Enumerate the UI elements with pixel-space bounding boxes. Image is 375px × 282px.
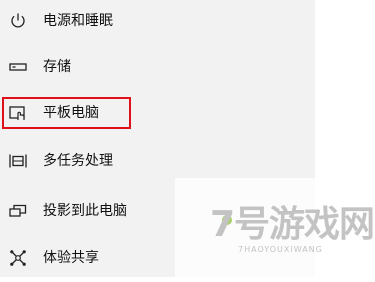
nav-item-power-sleep[interactable]: 电源和睡眠 — [0, 0, 315, 45]
nav-item-label: 电源和睡眠 — [43, 13, 113, 29]
highlight-annotation-box — [2, 97, 131, 129]
storage-icon — [9, 58, 27, 76]
watermark-logo: 7号游戏网 7HAOYOUXIWANG — [210, 205, 375, 265]
shared-experiences-icon — [9, 249, 27, 267]
nav-item-storage[interactable]: 存储 — [0, 43, 315, 91]
nav-item-label: 投影到此电脑 — [43, 203, 127, 219]
project-to-pc-icon — [9, 202, 27, 220]
watermark-subtitle: 7HAOYOUXIWANG — [238, 245, 323, 254]
nav-item-label: 体验共享 — [43, 250, 99, 266]
nav-item-label: 多任务处理 — [43, 153, 113, 169]
watermark-title: 7号游戏网 — [210, 204, 375, 245]
multitasking-icon — [9, 152, 27, 170]
nav-item-label: 存储 — [43, 59, 71, 75]
power-icon — [9, 12, 27, 30]
